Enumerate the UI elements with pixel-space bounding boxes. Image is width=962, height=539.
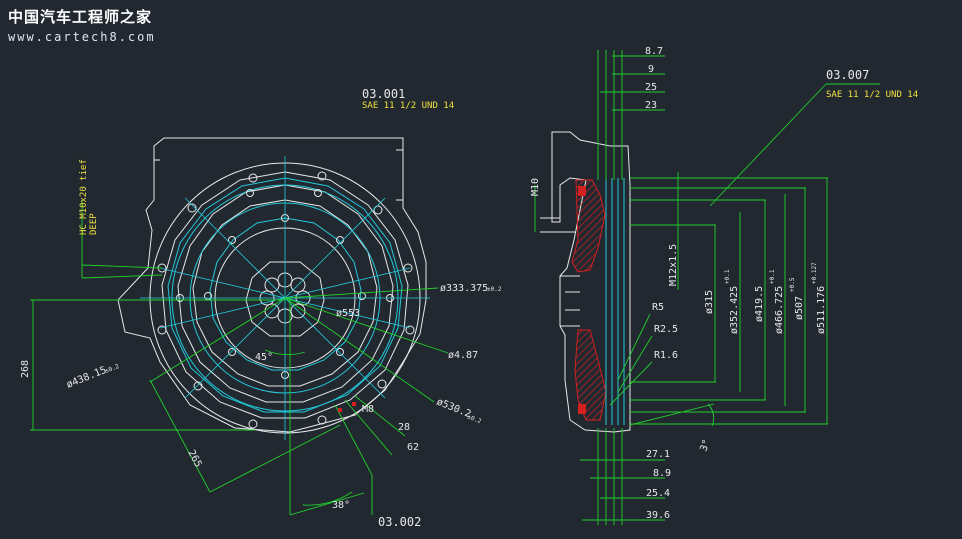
dim-466-tol: +0.1 [769, 269, 776, 284]
dim-bottom-3: 25.4 [646, 488, 670, 499]
side-ref-03-007: 03.007 [826, 68, 869, 82]
dim-4-87: ø4.87 [448, 350, 478, 361]
side-view: 03.007 SAE 11 1/2 UND 14 8.7 9 25 23 27.… [530, 46, 918, 525]
ref-03-002: 03.002 [378, 515, 421, 529]
dim-top-4: 23 [645, 100, 657, 111]
dim-352: ø352.425 [729, 286, 740, 334]
side-dimension-lines [534, 50, 880, 525]
drawing-canvas: 03.001 SAE 11 1/2 UND 14 HC M10x20 tiefD… [20, 46, 918, 529]
dim-438-tol: ±0.2 [104, 363, 120, 375]
cad-viewport[interactable]: 中国汽车工程师之家 www.cartech8.com 03.001 SAE 11… [0, 0, 962, 539]
red-block-top [578, 186, 586, 196]
dim-466: ø466.725 [774, 286, 785, 334]
dim-333-375: ø333.375 [440, 283, 488, 294]
dim-bottom-1: 27.1 [646, 449, 670, 460]
dim-511-tol: +0.127 [811, 262, 818, 284]
angle-45: 45° [255, 352, 273, 363]
dim-333-tol: ±0.2 [487, 286, 502, 293]
dim-268: 268 [20, 360, 31, 378]
dim-top-2: 9 [648, 64, 654, 75]
dim-265: 265 [185, 448, 203, 469]
cyan-polygon-inner [209, 217, 362, 371]
ref-03-001: 03.001 [362, 87, 405, 101]
front-dimension-lines [30, 200, 449, 516]
dim-bottom-4: 39.6 [646, 510, 670, 521]
dim-m12: M12x1.5 [668, 244, 679, 286]
red-block-bottom [578, 404, 586, 414]
clutch-discs [605, 178, 625, 425]
front-view-labels: 03.001 SAE 11 1/2 UND 14 HC M10x20 tiefD… [20, 87, 502, 529]
dim-419: ø419.5 [754, 286, 765, 322]
side-view-labels: 03.007 SAE 11 1/2 UND 14 8.7 9 25 23 27.… [530, 46, 918, 521]
side-ref-03-007-subtitle: SAE 11 1/2 UND 14 [826, 90, 918, 100]
dim-top-1: 8.7 [645, 46, 663, 57]
dim-511: ø511.176 [816, 286, 827, 334]
dim-553: ø553 [336, 308, 360, 319]
dim-m10: M10 [530, 178, 541, 196]
radius-r2-5: R2.5 [654, 324, 678, 335]
radius-r5: R5 [652, 302, 664, 313]
dim-top-3: 25 [645, 82, 657, 93]
dim-530-tol: ±0.2 [466, 413, 482, 425]
dim-315: ø315 [704, 290, 715, 314]
radius-r1-6: R1.6 [654, 350, 678, 361]
dim-352-tol: +0.1 [724, 269, 731, 284]
dim-507: ø507 [794, 296, 805, 320]
housing-detail-line [154, 149, 403, 201]
front-view: 03.001 SAE 11 1/2 UND 14 HC M10x20 tiefD… [20, 87, 502, 529]
dim-bottom-2: 8.9 [653, 468, 671, 479]
dim-438-15: ø438.15 [65, 365, 108, 391]
dim-28: 28 [398, 422, 410, 433]
dim-507-tol: +0.5 [789, 277, 796, 292]
dim-m8: M8 [362, 404, 374, 415]
dim-62: 62 [407, 442, 419, 453]
angle-38: 38° [332, 500, 350, 511]
angle-3: 3° [698, 438, 712, 453]
hole-note: HC M10x20 tiefDEEP [79, 159, 99, 235]
ref-03-001-subtitle: SAE 11 1/2 UND 14 [362, 101, 454, 111]
